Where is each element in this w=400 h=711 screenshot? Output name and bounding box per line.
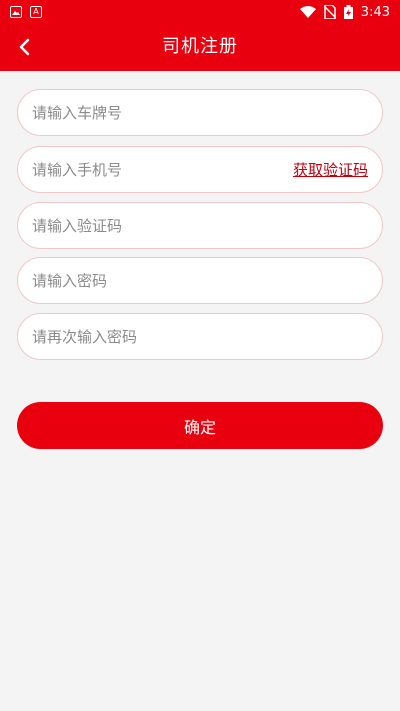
title-bar: 司机注册 <box>0 24 400 71</box>
app-header: A 3:43 司机注册 <box>0 0 400 71</box>
page-title: 司机注册 <box>162 36 238 57</box>
status-time: 3:43 <box>360 4 390 20</box>
plate-number-input[interactable]: 请输入车牌号 <box>17 89 383 136</box>
verification-code-input[interactable]: 请输入验证码 <box>17 202 383 249</box>
get-code-button[interactable]: 获取验证码 <box>293 159 368 180</box>
password-placeholder: 请输入密码 <box>32 272 108 290</box>
no-sim-icon <box>323 5 336 19</box>
phone-placeholder: 请输入手机号 <box>32 161 123 179</box>
confirm-password-placeholder: 请再次输入密码 <box>32 328 138 346</box>
confirm-password-input[interactable]: 请再次输入密码 <box>17 313 383 360</box>
password-input[interactable]: 请输入密码 <box>17 257 383 304</box>
verification-code-placeholder: 请输入验证码 <box>32 217 123 235</box>
battery-charging-icon <box>343 5 353 19</box>
wifi-icon <box>299 6 316 18</box>
status-right: 3:43 <box>299 4 390 20</box>
a-notification-icon: A <box>30 6 42 18</box>
image-icon <box>10 6 22 18</box>
plate-number-placeholder: 请输入车牌号 <box>32 104 123 122</box>
status-left: A <box>10 6 42 18</box>
status-bar: A 3:43 <box>0 0 400 24</box>
confirm-button-label: 确定 <box>183 417 216 437</box>
confirm-button[interactable]: 确定 <box>17 402 383 449</box>
phone-input[interactable]: 请输入手机号 获取验证码 <box>17 146 383 193</box>
